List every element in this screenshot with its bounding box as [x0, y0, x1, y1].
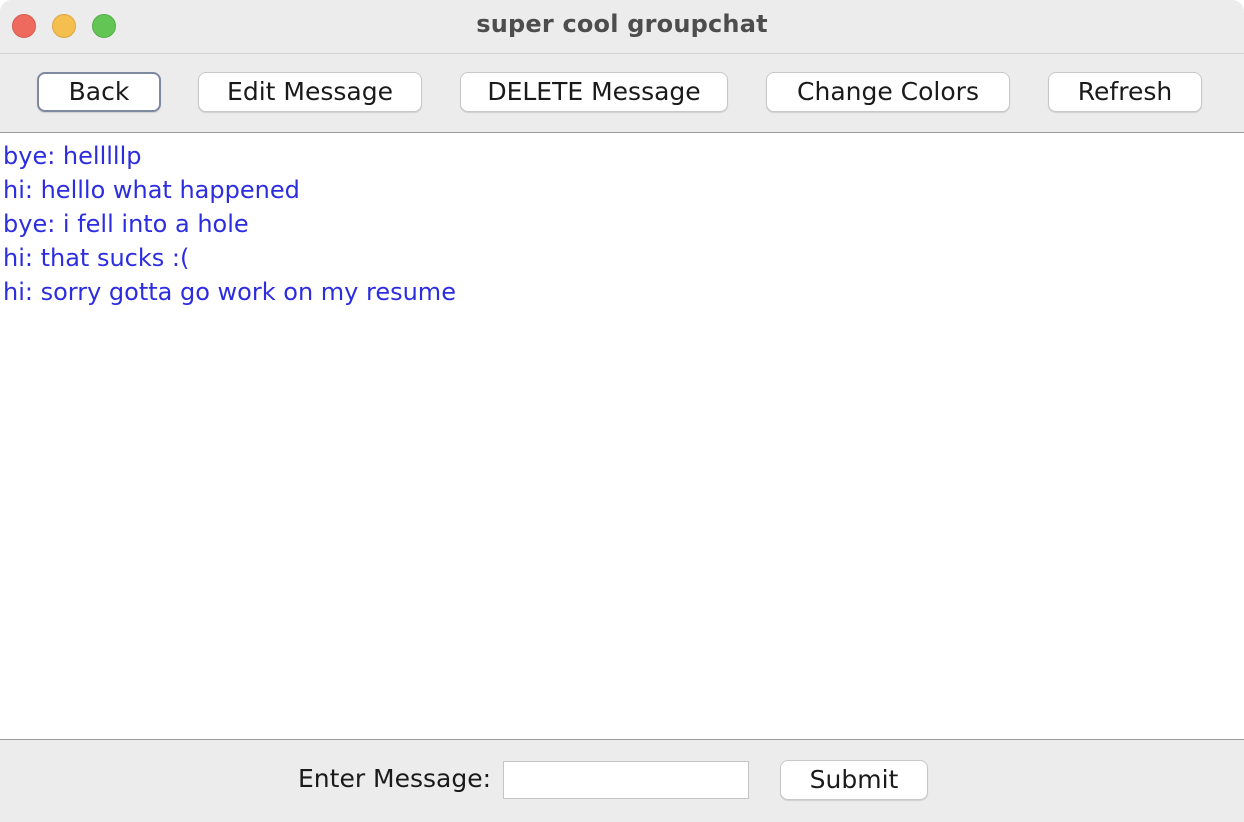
title-bar: super cool groupchat — [0, 0, 1244, 54]
chat-message: hi: helllo what happened — [3, 176, 300, 204]
chat-messages-area[interactable]: bye: helllllp hi: helllo what happened b… — [0, 132, 1244, 740]
window-title: super cool groupchat — [476, 10, 768, 38]
back-button[interactable]: Back — [37, 72, 161, 112]
refresh-button[interactable]: Refresh — [1048, 72, 1202, 112]
app-window: super cool groupchat Back Edit Message D… — [0, 0, 1244, 822]
enter-message-label: Enter Message: — [298, 764, 492, 793]
delete-message-button[interactable]: DELETE Message — [460, 72, 728, 112]
change-colors-button[interactable]: Change Colors — [766, 72, 1010, 112]
toolbar: Back Edit Message DELETE Message Change … — [0, 54, 1244, 132]
chat-message: bye: helllllp — [3, 142, 142, 170]
chat-message: hi: sorry gotta go work on my resume — [3, 278, 456, 306]
chat-message: bye: i fell into a hole — [3, 210, 249, 238]
edit-message-button[interactable]: Edit Message — [198, 72, 422, 112]
chat-message: hi: that sucks :( — [3, 244, 190, 272]
message-composer: Enter Message: Submit — [0, 740, 1244, 822]
submit-button[interactable]: Submit — [780, 760, 928, 800]
message-input[interactable] — [503, 761, 749, 799]
